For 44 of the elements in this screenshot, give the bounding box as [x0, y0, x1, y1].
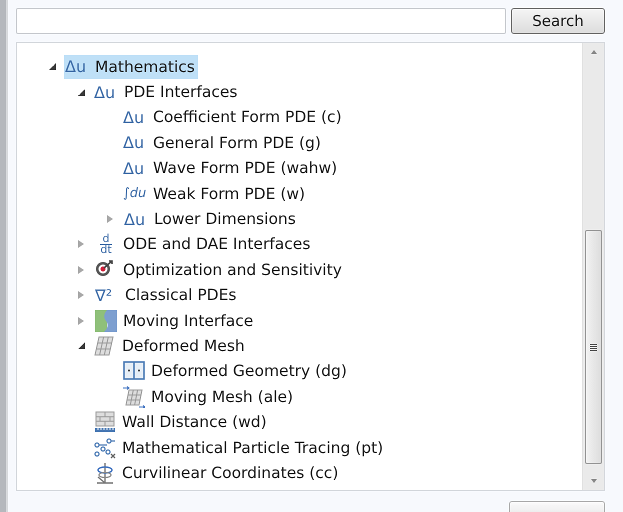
tree-item[interactable]: ∇² Classical PDEs — [94, 283, 240, 308]
tree-item[interactable]: Mathematical Particle Tracing (pt) — [93, 436, 386, 460]
tree-item[interactable]: Deformed Mesh — [93, 334, 248, 358]
expand-arrow-icon[interactable] — [78, 266, 84, 274]
symbol-icon: Δu — [123, 158, 147, 178]
search-button[interactable]: Search — [511, 8, 605, 34]
tree-item[interactable]: Δu Lower Dimensions — [123, 207, 299, 232]
mesh-icon — [94, 334, 116, 357]
tree-item[interactable]: Δu General Form PDE (g) — [122, 130, 324, 155]
symbol-icon: Δu — [65, 57, 89, 76]
split-panel-icon — [123, 360, 145, 382]
tree-item[interactable]: Curvilinear Coordinates (cc) — [93, 460, 342, 485]
symbol-icon: Δu — [124, 210, 148, 229]
tree-item[interactable]: d dt ODE and DAE Interfaces — [94, 232, 314, 256]
tree-item[interactable]: Wall Distance (wd) — [93, 410, 270, 434]
mesh-arrows-icon — [123, 386, 145, 408]
dots-icon — [94, 436, 116, 459]
tree-item[interactable]: Δu Wave Form PDE (wahw) — [122, 156, 340, 180]
symbol-icon: Δu — [123, 108, 147, 127]
scroll-up-icon[interactable] — [590, 50, 596, 54]
brick-wall-icon — [94, 411, 116, 434]
axes-icon — [94, 462, 116, 484]
tree-item[interactable]: Moving Interface — [94, 308, 256, 333]
symbol-icon: ∇² — [95, 286, 119, 305]
scrollbar[interactable] — [582, 43, 604, 490]
tree-item[interactable]: Δu Mathematics — [64, 54, 198, 79]
tree-item[interactable]: Deformed Geometry (dg) — [122, 359, 350, 384]
tree-item[interactable]: Δu Coefficient Form PDE (c) — [122, 105, 345, 130]
tree-item[interactable]: Δu PDE Interfaces — [93, 80, 240, 104]
expand-arrow-icon[interactable] — [107, 215, 113, 224]
scroll-thumb[interactable] — [585, 230, 602, 464]
symbol-icon: ∫du — [123, 186, 147, 202]
scroll-down-icon[interactable] — [590, 479, 596, 483]
tree-item[interactable]: ∫du Weak Form PDE (w) — [122, 182, 308, 206]
search-field[interactable] — [16, 8, 506, 34]
button[interactable] — [509, 501, 605, 512]
expand-arrow-icon[interactable] — [78, 316, 84, 325]
symbol-icon: Δu — [123, 133, 147, 152]
tree-item[interactable]: Moving Mesh (ale) — [122, 384, 296, 409]
symbol-icon: Δu — [94, 82, 118, 102]
wavy-boundary-icon — [95, 310, 117, 332]
expand-arrow-icon[interactable] — [78, 291, 84, 300]
expand-arrow-icon[interactable] — [78, 240, 84, 248]
tree-item[interactable]: Optimization and Sensitivity — [94, 258, 345, 282]
